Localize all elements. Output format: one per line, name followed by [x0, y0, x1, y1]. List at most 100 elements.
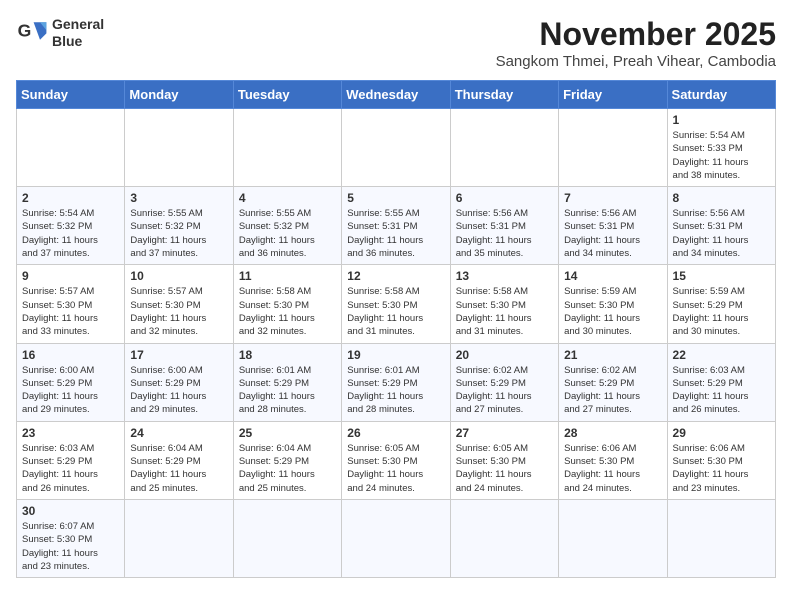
logo-text: General Blue — [52, 16, 104, 50]
day-number: 15 — [673, 269, 770, 283]
day-info: Sunrise: 6:06 AM Sunset: 5:30 PM Dayligh… — [673, 442, 770, 495]
week-row-2: 2 Sunrise: 5:54 AM Sunset: 5:32 PM Daylig… — [17, 187, 776, 265]
day-number: 3 — [130, 191, 227, 205]
day-info: Sunrise: 6:07 AM Sunset: 5:30 PM Dayligh… — [22, 520, 119, 573]
calendar-cell: 6Sunrise: 5:56 AM Sunset: 5:31 PM Daylig… — [450, 187, 558, 265]
calendar-cell: 3 Sunrise: 5:55 AM Sunset: 5:32 PM Daylig… — [125, 187, 233, 265]
day-info: Sunrise: 5:55 AM Sunset: 5:32 PM Dayligh… — [239, 207, 336, 260]
day-info: Sunrise: 5:56 AM Sunset: 5:31 PM Dayligh… — [456, 207, 553, 260]
day-number: 8 — [673, 191, 770, 205]
day-number: 2 — [22, 191, 119, 205]
day-number: 25 — [239, 426, 336, 440]
week-row-6: 30 Sunrise: 6:07 AM Sunset: 5:30 PM Dayli… — [17, 499, 776, 577]
day-number: 1 — [673, 113, 770, 127]
day-number: 16 — [22, 348, 119, 362]
calendar-table: SundayMondayTuesdayWednesdayThursdayFrid… — [16, 80, 776, 578]
day-info: Sunrise: 5:54 AM Sunset: 5:32 PM Dayligh… — [22, 207, 119, 260]
calendar-cell: 10Sunrise: 5:57 AM Sunset: 5:30 PM Dayli… — [125, 265, 233, 343]
calendar-cell — [450, 499, 558, 577]
calendar-cell: 23Sunrise: 6:03 AM Sunset: 5:29 PM Dayli… — [17, 421, 125, 499]
calendar-cell: 15 Sunrise: 5:59 AM Sunset: 5:29 PM Dayli… — [667, 265, 775, 343]
calendar-cell — [233, 499, 341, 577]
day-info: Sunrise: 6:05 AM Sunset: 5:30 PM Dayligh… — [456, 442, 553, 495]
day-number: 29 — [673, 426, 770, 440]
day-number: 5 — [347, 191, 444, 205]
day-info: Sunrise: 5:58 AM Sunset: 5:30 PM Dayligh… — [456, 285, 553, 338]
day-info: Sunrise: 6:00 AM Sunset: 5:29 PM Dayligh… — [22, 364, 119, 417]
calendar-cell: 14Sunrise: 5:59 AM Sunset: 5:30 PM Dayli… — [559, 265, 667, 343]
day-info: Sunrise: 6:05 AM Sunset: 5:30 PM Dayligh… — [347, 442, 444, 495]
week-row-5: 23Sunrise: 6:03 AM Sunset: 5:29 PM Dayli… — [17, 421, 776, 499]
day-info: Sunrise: 5:56 AM Sunset: 5:31 PM Dayligh… — [564, 207, 661, 260]
logo: G General Blue — [16, 16, 104, 50]
weekday-header-friday: Friday — [559, 81, 667, 109]
day-info: Sunrise: 6:02 AM Sunset: 5:29 PM Dayligh… — [456, 364, 553, 417]
calendar-cell: 2 Sunrise: 5:54 AM Sunset: 5:32 PM Daylig… — [17, 187, 125, 265]
calendar-cell — [125, 499, 233, 577]
day-info: Sunrise: 6:00 AM Sunset: 5:29 PM Dayligh… — [130, 364, 227, 417]
calendar-cell: 5 Sunrise: 5:55 AM Sunset: 5:31 PM Daylig… — [342, 187, 450, 265]
location-title: Sangkom Thmei, Preah Vihear, Cambodia — [496, 53, 776, 70]
calendar-cell: 7Sunrise: 5:56 AM Sunset: 5:31 PM Daylig… — [559, 187, 667, 265]
calendar-cell — [233, 109, 341, 187]
day-number: 20 — [456, 348, 553, 362]
calendar-cell: 22Sunrise: 6:03 AM Sunset: 5:29 PM Dayli… — [667, 343, 775, 421]
day-number: 26 — [347, 426, 444, 440]
day-number: 22 — [673, 348, 770, 362]
day-number: 18 — [239, 348, 336, 362]
weekday-header-monday: Monday — [125, 81, 233, 109]
month-title: November 2025 — [496, 16, 776, 53]
calendar-cell: 8 Sunrise: 5:56 AM Sunset: 5:31 PM Daylig… — [667, 187, 775, 265]
day-info: Sunrise: 5:59 AM Sunset: 5:30 PM Dayligh… — [564, 285, 661, 338]
weekday-header-thursday: Thursday — [450, 81, 558, 109]
day-info: Sunrise: 5:59 AM Sunset: 5:29 PM Dayligh… — [673, 285, 770, 338]
calendar-cell: 20 Sunrise: 6:02 AM Sunset: 5:29 PM Dayli… — [450, 343, 558, 421]
calendar-cell — [342, 499, 450, 577]
day-number: 11 — [239, 269, 336, 283]
day-info: Sunrise: 5:56 AM Sunset: 5:31 PM Dayligh… — [673, 207, 770, 260]
day-info: Sunrise: 5:55 AM Sunset: 5:32 PM Dayligh… — [130, 207, 227, 260]
calendar-cell: 11Sunrise: 5:58 AM Sunset: 5:30 PM Dayli… — [233, 265, 341, 343]
calendar-cell: 29 Sunrise: 6:06 AM Sunset: 5:30 PM Dayli… — [667, 421, 775, 499]
calendar-cell: 17 Sunrise: 6:00 AM Sunset: 5:29 PM Dayli… — [125, 343, 233, 421]
day-number: 13 — [456, 269, 553, 283]
day-number: 12 — [347, 269, 444, 283]
title-area: November 2025 Sangkom Thmei, Preah Vihea… — [496, 16, 776, 70]
week-row-3: 9 Sunrise: 5:57 AM Sunset: 5:30 PM Daylig… — [17, 265, 776, 343]
calendar-cell: 24Sunrise: 6:04 AM Sunset: 5:29 PM Dayli… — [125, 421, 233, 499]
day-number: 9 — [22, 269, 119, 283]
day-number: 21 — [564, 348, 661, 362]
day-info: Sunrise: 6:01 AM Sunset: 5:29 PM Dayligh… — [347, 364, 444, 417]
day-info: Sunrise: 5:58 AM Sunset: 5:30 PM Dayligh… — [347, 285, 444, 338]
day-info: Sunrise: 5:55 AM Sunset: 5:31 PM Dayligh… — [347, 207, 444, 260]
day-number: 10 — [130, 269, 227, 283]
weekday-header-row: SundayMondayTuesdayWednesdayThursdayFrid… — [17, 81, 776, 109]
calendar-cell: 12 Sunrise: 5:58 AM Sunset: 5:30 PM Dayli… — [342, 265, 450, 343]
calendar-cell — [125, 109, 233, 187]
calendar-cell — [559, 109, 667, 187]
day-number: 30 — [22, 504, 119, 518]
day-number: 23 — [22, 426, 119, 440]
weekday-header-saturday: Saturday — [667, 81, 775, 109]
calendar-cell: 1 Sunrise: 5:54 AM Sunset: 5:33 PM Daylig… — [667, 109, 775, 187]
day-number: 17 — [130, 348, 227, 362]
weekday-header-sunday: Sunday — [17, 81, 125, 109]
calendar-cell — [17, 109, 125, 187]
calendar-cell — [342, 109, 450, 187]
calendar-cell — [667, 499, 775, 577]
day-info: Sunrise: 5:57 AM Sunset: 5:30 PM Dayligh… — [22, 285, 119, 338]
svg-text:G: G — [18, 20, 32, 40]
calendar-cell: 25Sunrise: 6:04 AM Sunset: 5:29 PM Dayli… — [233, 421, 341, 499]
calendar-cell: 28Sunrise: 6:06 AM Sunset: 5:30 PM Dayli… — [559, 421, 667, 499]
day-info: Sunrise: 5:54 AM Sunset: 5:33 PM Dayligh… — [673, 129, 770, 182]
calendar-cell: 30 Sunrise: 6:07 AM Sunset: 5:30 PM Dayli… — [17, 499, 125, 577]
calendar-cell: 19 Sunrise: 6:01 AM Sunset: 5:29 PM Dayli… — [342, 343, 450, 421]
calendar-cell: 26 Sunrise: 6:05 AM Sunset: 5:30 PM Dayli… — [342, 421, 450, 499]
day-number: 19 — [347, 348, 444, 362]
day-info: Sunrise: 6:01 AM Sunset: 5:29 PM Dayligh… — [239, 364, 336, 417]
calendar-cell: 16 Sunrise: 6:00 AM Sunset: 5:29 PM Dayli… — [17, 343, 125, 421]
calendar-cell — [450, 109, 558, 187]
calendar-cell: 27Sunrise: 6:05 AM Sunset: 5:30 PM Dayli… — [450, 421, 558, 499]
day-number: 28 — [564, 426, 661, 440]
week-row-4: 16 Sunrise: 6:00 AM Sunset: 5:29 PM Dayli… — [17, 343, 776, 421]
